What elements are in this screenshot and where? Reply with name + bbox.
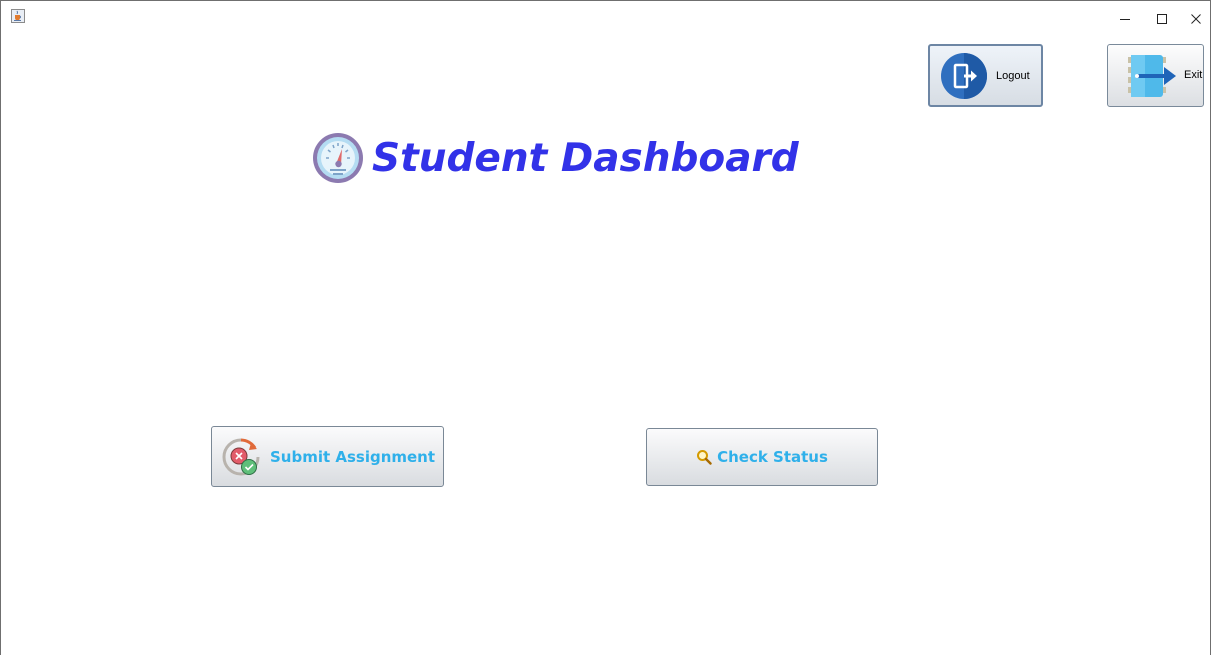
maximize-icon: [1157, 14, 1167, 24]
app-window: Logout Exit Student Dashboard Submit Ass…: [0, 0, 1211, 655]
exit-button[interactable]: Exit: [1107, 44, 1204, 107]
page-title: Student Dashboard: [372, 135, 799, 181]
submit-cycle-icon: [222, 438, 260, 475]
check-status-button[interactable]: Check Status: [646, 428, 878, 486]
submit-assignment-label: Submit Assignment: [269, 447, 436, 466]
java-cup-icon: [11, 9, 25, 23]
logout-button[interactable]: Logout: [928, 44, 1043, 107]
page-header: Student Dashboard: [312, 129, 799, 187]
exit-label: Exit: [1184, 69, 1203, 81]
close-window-button[interactable]: [1184, 10, 1208, 28]
magnifier-icon: [697, 450, 712, 465]
minimize-button[interactable]: [1113, 10, 1137, 28]
logout-door-icon: [941, 53, 987, 99]
logout-label: Logout: [996, 70, 1030, 82]
submit-assignment-button[interactable]: Submit Assignment: [211, 426, 444, 487]
minimize-icon: [1120, 19, 1130, 20]
check-status-label: Check Status: [717, 448, 828, 466]
maximize-button[interactable]: [1150, 10, 1174, 28]
close-icon: [1191, 14, 1201, 24]
title-bar: [1, 1, 1210, 31]
exit-arrow-icon: [1128, 55, 1176, 97]
speedometer-icon: [313, 133, 363, 183]
